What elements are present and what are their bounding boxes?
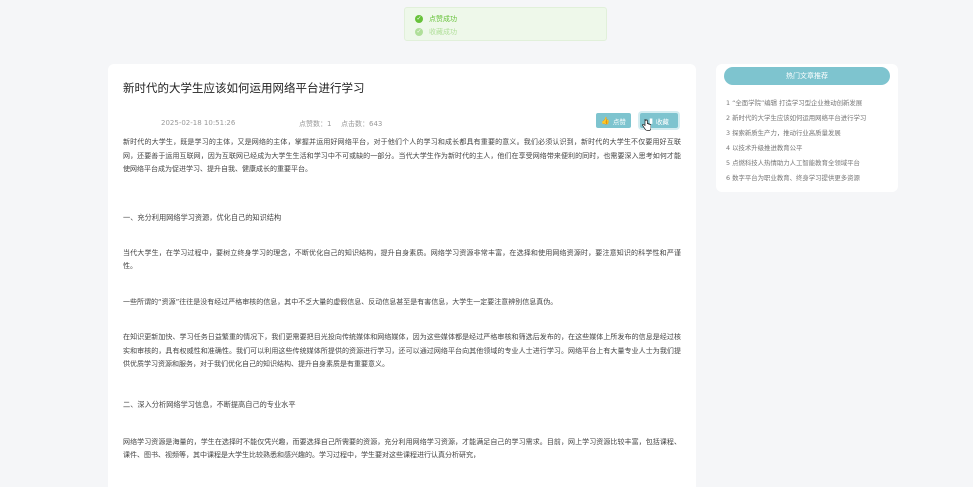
section-heading: 二、深入分析网络学习信息，不断提高自己的专业水平 bbox=[123, 399, 296, 409]
hot-article-link[interactable]: 3 探索新质生产力，推动行业高质量发展 bbox=[726, 126, 890, 141]
like-count: 点赞数：1 bbox=[299, 120, 332, 128]
article-paragraph: 网络学习资源是海量的，学生在选择时不能仅凭兴趣，而要选择自己所需要的资源，充分利… bbox=[123, 437, 681, 460]
thumbs-up-icon: 👍 bbox=[601, 117, 610, 125]
section-heading: 一、充分利用网络学习资源，优化自己的知识结构 bbox=[123, 212, 282, 222]
hot-article-link[interactable]: 5 点燃科技人热情助力人工智能教育全领域平台 bbox=[726, 156, 890, 171]
hot-articles-panel: 热门文章推荐 1 “全面学院”编辑 打造学习型企业推动创新发展 2 新时代的大学… bbox=[716, 64, 898, 192]
check-circle-icon: ✓ bbox=[415, 14, 423, 23]
hot-article-link[interactable]: 6 数字平台为职业教育、终身学习提供更多资源 bbox=[726, 171, 890, 186]
like-button[interactable]: 👍 点赞 bbox=[596, 113, 631, 128]
article-card: 新时代的大学生应该如何运用网络平台进行学习 2025-02-18 10:51:2… bbox=[108, 64, 696, 487]
article-paragraph: 在知识更新加快、学习任务日益繁重的情况下，我们更需要把目光投向传统媒体和网络媒体… bbox=[123, 333, 681, 368]
hot-article-link[interactable]: 1 “全面学院”编辑 打造学习型企业推动创新发展 bbox=[726, 96, 890, 111]
publish-date: 2025-02-18 10:51:26 bbox=[161, 119, 236, 127]
article-meta: 2025-02-18 10:51:26 点赞数：1 点击数：643 👍 点赞 ▮… bbox=[123, 112, 681, 134]
article-title: 新时代的大学生应该如何运用网络平台进行学习 bbox=[123, 81, 365, 95]
success-toast: ✓ 点赞成功 ✓ 收藏成功 bbox=[404, 7, 607, 41]
hand-cursor-icon bbox=[642, 119, 651, 131]
toast-message-favorite: ✓ 收藏成功 bbox=[415, 27, 457, 36]
click-count: 点击数：643 bbox=[341, 120, 383, 128]
hot-articles-title: 热门文章推荐 bbox=[724, 67, 890, 85]
toast-message-like: ✓ 点赞成功 bbox=[415, 14, 457, 23]
hot-article-link[interactable]: 4 以技术升级推进教育公平 bbox=[726, 141, 890, 156]
hot-articles-list: 1 “全面学院”编辑 打造学习型企业推动创新发展 2 新时代的大学生应该如何运用… bbox=[724, 96, 890, 186]
article-paragraph: 一些所谓的“资源”往往是没有经过严格审核的信息，其中不乏大量的虚假信息、反动信息… bbox=[123, 297, 558, 306]
hot-article-link[interactable]: 2 新时代的大学生应该如何运用网络平台进行学习 bbox=[726, 111, 890, 126]
article-paragraph: 新时代的大学生，既是学习的主体，又是网络的主体，掌握并运用好网络平台，对于他们个… bbox=[123, 138, 681, 173]
check-circle-icon: ✓ bbox=[415, 27, 423, 36]
article-paragraph: 当代大学生，在学习过程中，要树立终身学习的理念，不断优化自己的知识结构，提升自身… bbox=[123, 248, 681, 271]
